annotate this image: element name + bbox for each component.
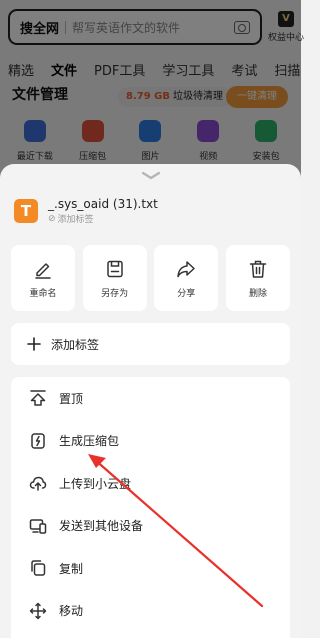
menu-item-label: 上传到小云盘	[59, 476, 132, 491]
menu-item-copy[interactable]: 复制	[11, 547, 290, 590]
pin-top-icon	[30, 390, 46, 406]
rename-label: 重命名	[29, 289, 57, 299]
quick-actions: 重命名 另存为 分享 删除	[11, 245, 290, 311]
save-icon	[106, 260, 123, 278]
share-button[interactable]: 分享	[154, 245, 219, 311]
delete-button[interactable]: 删除	[225, 245, 290, 311]
menu-item-label: 生成压缩包	[59, 434, 120, 449]
move-icon	[29, 602, 47, 619]
menu-item-upload-cloud[interactable]: 上传到小云盘	[11, 462, 290, 505]
file-header: T _.sys_oaid (31).txt ⊘ 添加标签	[14, 197, 158, 225]
menu-item-move[interactable]: 移动	[11, 590, 290, 633]
copy-icon	[31, 560, 46, 576]
add-tag-label: 添加标签	[51, 337, 100, 352]
save-as-label: 另存为	[101, 289, 129, 299]
add-tag-button[interactable]: 添加标签	[11, 323, 290, 365]
devices-icon	[29, 519, 47, 534]
tag-icon: ⊘	[48, 213, 56, 224]
file-name: _.sys_oaid (31).txt	[48, 197, 158, 211]
menu-item-create-archive[interactable]: 生成压缩包	[11, 420, 290, 463]
menu-item-send-to-device[interactable]: 发送到其他设备	[11, 505, 290, 548]
menu-item-label: 移动	[59, 604, 84, 619]
file-action-sheet: T _.sys_oaid (31).txt ⊘ 添加标签 重命名 另存为 分享 …	[0, 164, 301, 638]
more-actions-menu: 置顶 生成压缩包 上传到小云盘 发送到其他设备 复制 移动	[11, 377, 290, 638]
collapse-chevron-icon[interactable]	[142, 172, 160, 180]
share-icon	[177, 261, 196, 278]
trash-icon	[249, 260, 267, 278]
text-file-icon: T	[14, 199, 38, 223]
cloud-upload-icon	[29, 476, 47, 491]
save-as-button[interactable]: 另存为	[82, 245, 147, 311]
file-add-tag-link[interactable]: ⊘ 添加标签	[48, 212, 158, 226]
pen-icon	[35, 263, 51, 279]
zip-icon	[31, 433, 45, 449]
rename-button[interactable]: 重命名	[11, 245, 75, 311]
share-label: 分享	[177, 289, 196, 299]
delete-label: 删除	[248, 289, 267, 299]
menu-item-label: 复制	[59, 561, 84, 576]
plus-icon	[27, 337, 41, 351]
menu-item-label: 置顶	[59, 391, 84, 406]
menu-item-pin-top[interactable]: 置顶	[11, 377, 290, 420]
file-add-tag-label: 添加标签	[57, 215, 94, 225]
menu-item-label: 发送到其他设备	[59, 519, 144, 534]
